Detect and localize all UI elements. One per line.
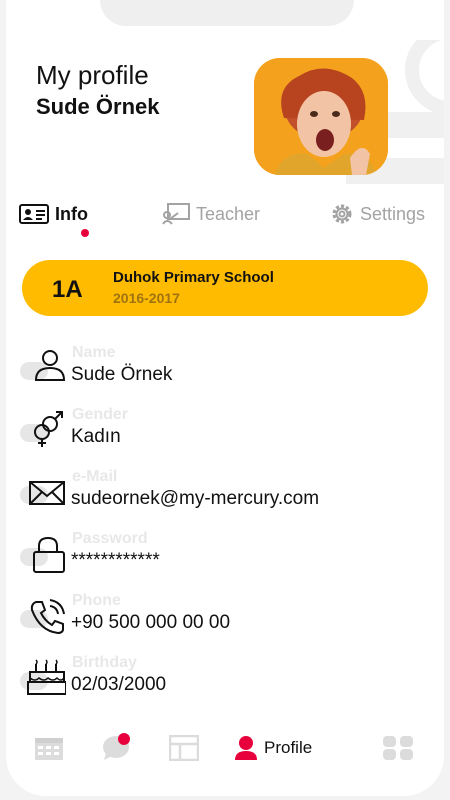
tab-info[interactable]: Info xyxy=(19,196,88,232)
field-label: Phone xyxy=(72,592,121,609)
field-value: sudeornek@my-mercury.com xyxy=(71,488,320,509)
teacher-board-icon xyxy=(162,203,190,225)
school-name: Duhok Primary School xyxy=(113,269,274,286)
field-value: +90 500 000 00 00 xyxy=(71,612,231,633)
layout-icon xyxy=(169,735,199,761)
field-phone: Phone +90 500 000 00 00 xyxy=(20,592,440,650)
mail-icon xyxy=(29,481,65,505)
gear-icon xyxy=(332,204,352,224)
user-name: Sude Örnek xyxy=(36,94,160,119)
id-card-icon xyxy=(19,204,49,224)
avatar[interactable] xyxy=(254,58,388,175)
field-gender: Gender Kadın xyxy=(20,406,440,464)
phone-screen: My profile Sude Örnek Info Teacher Setti… xyxy=(6,0,444,796)
person-icon xyxy=(34,350,66,381)
lock-icon xyxy=(33,536,65,573)
bottom-nav: Profile xyxy=(6,726,444,770)
nav-grid[interactable] xyxy=(382,726,414,770)
field-value: ************ xyxy=(71,550,160,571)
grid-icon xyxy=(383,736,413,760)
field-value: 02/03/2000 xyxy=(71,674,167,695)
calendar-icon xyxy=(35,738,63,760)
page-title: My profile xyxy=(36,60,149,90)
field-label: e-Mail xyxy=(72,468,118,485)
nav-calendar[interactable] xyxy=(34,726,64,770)
tab-teacher-label: Teacher xyxy=(196,203,261,224)
field-value: Sude Örnek xyxy=(71,364,173,385)
phone-icon xyxy=(30,599,65,635)
avatar-photo xyxy=(254,58,388,175)
nav-profile[interactable]: Profile xyxy=(234,726,312,770)
tab-settings[interactable]: Settings xyxy=(330,196,425,232)
field-label: Password xyxy=(72,530,148,547)
field-value: Kadın xyxy=(71,426,121,447)
tab-settings-label: Settings xyxy=(360,203,426,224)
field-label: Birthday xyxy=(72,654,137,671)
profile-tabs: Info Teacher Settings xyxy=(6,196,444,236)
field-birthday: Birthday 02/03/2000 xyxy=(20,654,440,712)
gender-icon xyxy=(34,411,63,447)
device-notch xyxy=(100,0,354,26)
school-card[interactable]: 1A Duhok Primary School 2016-2017 xyxy=(22,260,428,316)
field-password: Password ************ xyxy=(20,530,440,588)
field-email: e-Mail sudeornek@my-mercury.com xyxy=(20,468,440,526)
active-tab-indicator xyxy=(81,229,89,237)
field-name: Name Sude Örnek xyxy=(20,344,440,402)
school-years: 2016-2017 xyxy=(113,290,180,306)
field-label: Name xyxy=(72,344,116,361)
tab-info-label: Info xyxy=(55,203,88,224)
nav-profile-label: Profile xyxy=(264,738,313,757)
nav-layout[interactable] xyxy=(169,726,199,770)
cake-icon xyxy=(27,659,66,695)
class-grade: 1A xyxy=(52,276,83,303)
notification-dot xyxy=(118,733,130,745)
field-label: Gender xyxy=(72,406,129,423)
tab-teacher[interactable]: Teacher xyxy=(162,196,260,232)
profile-icon xyxy=(235,736,257,760)
